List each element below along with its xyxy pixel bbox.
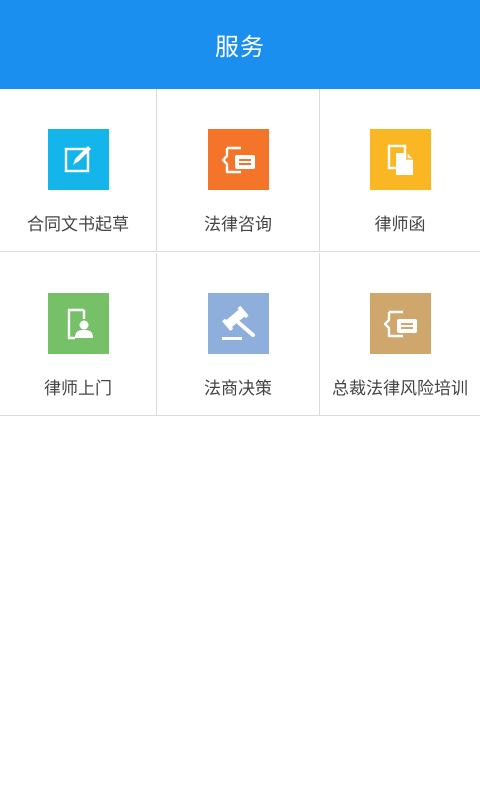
service-lawyer-visit[interactable]: 律师上门 <box>0 253 157 416</box>
training-chat-icon <box>370 293 431 354</box>
services-row: 律师上门 法商决策 总裁法律风险培训 <box>0 253 480 416</box>
lawyer-person-icon <box>48 293 109 354</box>
service-label: 法律咨询 <box>204 215 272 235</box>
services-grid: 合同文书起草 法律咨询 律师函 律师上门 法商决策 总裁法律风险培训 <box>0 89 480 416</box>
service-business-decision[interactable]: 法商决策 <box>157 253 320 416</box>
service-label: 总裁法律风险培训 <box>332 379 468 399</box>
service-label: 合同文书起草 <box>27 215 129 235</box>
letter-documents-icon <box>370 129 431 190</box>
page-title: 服务 <box>215 33 265 61</box>
service-label: 律师函 <box>374 215 426 235</box>
gavel-icon <box>208 293 269 354</box>
service-label: 法商决策 <box>204 379 272 399</box>
services-row: 合同文书起草 法律咨询 律师函 <box>0 89 480 252</box>
consult-chat-icon <box>208 129 269 190</box>
edit-document-icon <box>48 129 109 190</box>
service-legal-consultation[interactable]: 法律咨询 <box>157 89 320 252</box>
service-label: 律师上门 <box>44 379 112 399</box>
service-contract-drafting[interactable]: 合同文书起草 <box>0 89 157 252</box>
service-ceo-legal-risk-training[interactable]: 总裁法律风险培训 <box>320 253 480 416</box>
app-header: 服务 <box>0 0 480 89</box>
service-lawyer-letter[interactable]: 律师函 <box>320 89 480 252</box>
